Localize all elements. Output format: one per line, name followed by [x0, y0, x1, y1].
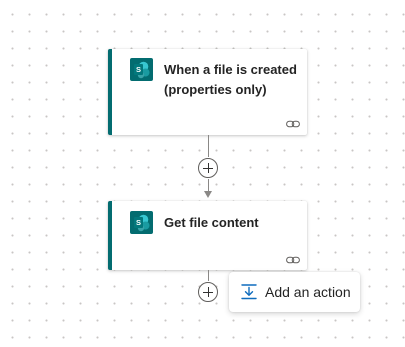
insert-action-icon — [240, 283, 258, 301]
link-icon — [286, 116, 300, 128]
add-an-action-menu-item[interactable]: Add an action — [229, 272, 360, 312]
get-file-content-card[interactable]: S Get file content — [108, 201, 307, 270]
trigger-title: When a file is created (properties only) — [164, 62, 297, 97]
connector-line — [208, 270, 209, 281]
svg-text:S: S — [136, 218, 141, 227]
sharepoint-icon: S — [130, 58, 153, 81]
link-icon — [286, 252, 300, 264]
flow-designer-canvas: S When a file is created (properties onl… — [0, 0, 405, 347]
add-an-action-label: Add an action — [265, 284, 351, 300]
add-step-button[interactable] — [198, 282, 218, 302]
insert-step-button[interactable] — [198, 158, 218, 178]
connector-line — [208, 135, 209, 157]
svg-text:S: S — [136, 65, 141, 74]
trigger-card[interactable]: S When a file is created (properties onl… — [108, 49, 307, 135]
sharepoint-icon: S — [130, 211, 153, 234]
connector-arrow-icon — [204, 191, 212, 198]
action-title: Get file content — [164, 215, 259, 230]
